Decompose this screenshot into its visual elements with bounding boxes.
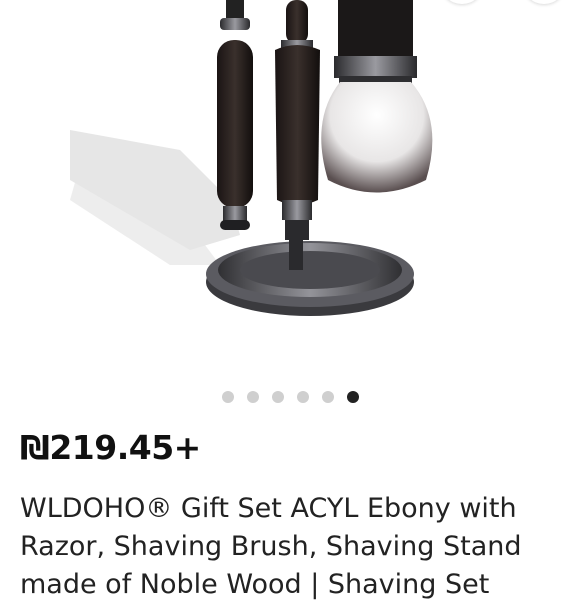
carousel-dot[interactable] xyxy=(246,391,259,403)
carousel-dot[interactable] xyxy=(296,391,309,403)
carousel-dots xyxy=(0,390,580,404)
carousel-dot[interactable] xyxy=(221,391,234,403)
favorite-button[interactable] xyxy=(522,0,566,4)
carousel-dot-active[interactable] xyxy=(346,391,359,403)
product-price: ₪219.45+ xyxy=(20,428,201,467)
shaving-set-photo xyxy=(70,0,433,316)
carousel-dot[interactable] xyxy=(321,391,334,403)
product-title: WLDOHO® Gift Set ACYL Ebony with Razor, … xyxy=(20,493,522,600)
product-image[interactable] xyxy=(70,0,527,376)
carousel-dot[interactable] xyxy=(271,391,284,403)
